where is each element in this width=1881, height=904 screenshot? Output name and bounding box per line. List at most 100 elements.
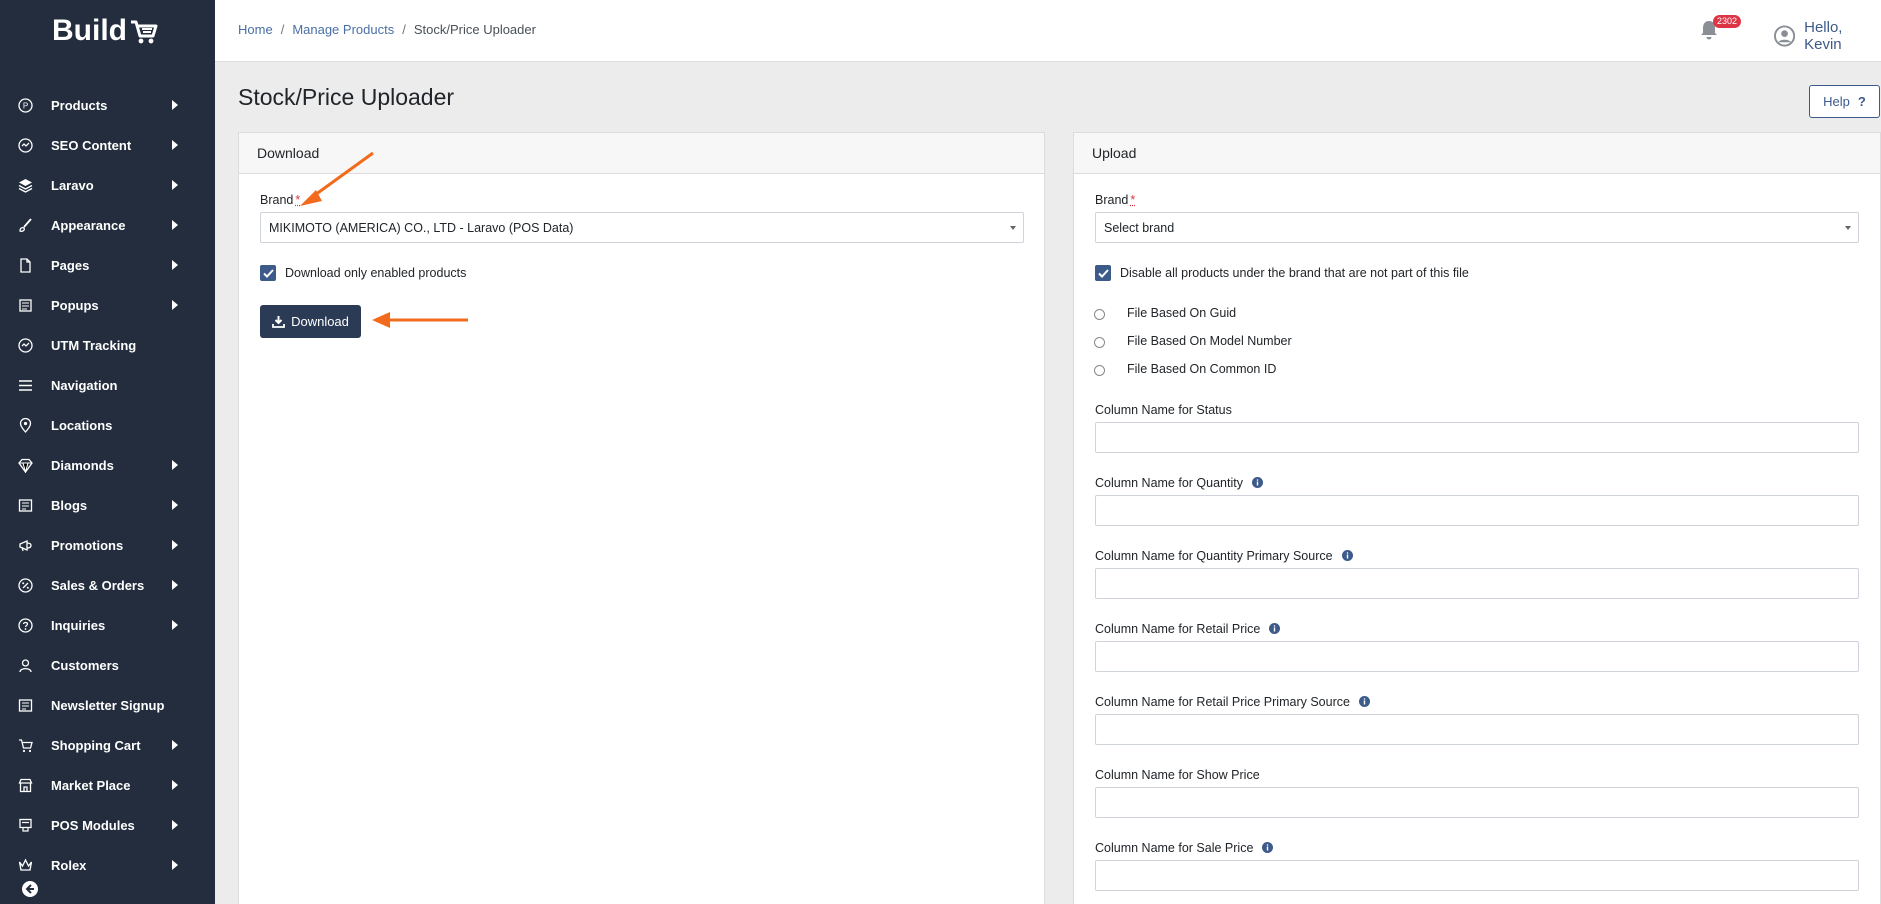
sidebar-item-label: SEO Content <box>51 137 132 153</box>
collapse-sidebar-icon[interactable] <box>21 880 39 898</box>
radio-file-guid-label: File Based On Guid <box>1127 306 1237 320</box>
sidebar-item-navigation[interactable]: Navigation <box>0 365 215 405</box>
field-label-text: Column Name for Status <box>1095 403 1232 417</box>
field-label-text: Column Name for Retail Price <box>1095 622 1261 636</box>
radio-file-guid[interactable] <box>1094 309 1105 320</box>
chevron-right-icon <box>172 300 178 310</box>
breadcrumb-current: Stock/Price Uploader <box>413 22 536 37</box>
download-brand-select[interactable]: MIKIMOTO (AMERICA) CO., LTD - Laravo (PO… <box>260 212 1024 243</box>
sidebar-item-products[interactable]: P Products <box>0 85 215 125</box>
column-name-for-quantity-primary-source-label: Column Name for Quantity Primary Source <box>1095 549 1353 563</box>
column-name-for-quantity-input[interactable] <box>1095 495 1859 526</box>
help-button[interactable]: Help ? <box>1809 85 1880 118</box>
user-menu[interactable]: Hello, Kevin <box>1774 19 1881 53</box>
column-name-for-retail-price-primary-source-input[interactable] <box>1095 714 1859 745</box>
download-icon <box>272 316 285 328</box>
logo[interactable]: Build <box>52 14 159 48</box>
sidebar-item-pages[interactable]: Pages <box>0 245 215 285</box>
blog-icon <box>18 499 33 512</box>
upload-brand-label-text: Brand <box>1095 193 1129 207</box>
info-icon[interactable] <box>1262 842 1274 853</box>
sidebar-item-blogs[interactable]: Blogs <box>0 485 215 525</box>
radio-file-common-id[interactable] <box>1094 365 1105 376</box>
download-brand-value: MIKIMOTO (AMERICA) CO., LTD - Laravo (PO… <box>269 220 574 235</box>
required-marker: * <box>1130 193 1136 207</box>
download-enabled-only-checkbox[interactable] <box>260 265 276 281</box>
sidebar-item-label: Popups <box>51 297 99 313</box>
sidebar-nav: P Products SEO Content Laravo Appearance Page… <box>0 85 215 885</box>
sidebar-item-popups[interactable]: Popups <box>0 285 215 325</box>
column-name-for-show-price-label: Column Name for Show Price <box>1095 768 1260 782</box>
sidebar-item-label: UTM Tracking <box>51 337 137 353</box>
layers-icon <box>18 179 33 193</box>
sidebar-item-label: Market Place <box>51 777 131 793</box>
pos-icon <box>19 818 32 832</box>
sidebar-item-label: Rolex <box>51 857 87 873</box>
sidebar-item-utm-tracking[interactable]: UTM Tracking <box>0 325 215 365</box>
field-label-text: Column Name for Quantity <box>1095 476 1243 490</box>
sidebar-item-promotions[interactable]: Promotions <box>0 525 215 565</box>
sidebar: Build P Products SEO Content Laravo Appearan… <box>0 0 215 904</box>
sidebar-item-inquiries[interactable]: Inquiries <box>0 605 215 645</box>
sidebar-item-customers[interactable]: Customers <box>0 645 215 685</box>
radio-file-model-number-label: File Based On Model Number <box>1127 334 1292 348</box>
column-name-for-status-input[interactable] <box>1095 422 1859 453</box>
popup-icon <box>19 299 32 312</box>
radio-file-common-id-label: File Based On Common ID <box>1127 362 1277 376</box>
sidebar-item-sales-orders[interactable]: Sales & Orders <box>0 565 215 605</box>
column-name-for-status-label: Column Name for Status <box>1095 403 1232 417</box>
sidebar-item-label: Customers <box>51 657 119 673</box>
brush-icon <box>19 218 32 232</box>
question-icon <box>18 618 33 633</box>
sidebar-item-market-place[interactable]: Market Place <box>0 765 215 805</box>
logo-text: Build <box>52 14 127 47</box>
radio-file-model-number[interactable] <box>1094 337 1105 348</box>
sidebar-item-label: Inquiries <box>51 617 106 633</box>
column-name-for-retail-price-input[interactable] <box>1095 641 1859 672</box>
chevron-right-icon <box>172 780 178 790</box>
info-icon[interactable] <box>1269 623 1281 634</box>
sidebar-item-shopping-cart[interactable]: Shopping Cart <box>0 725 215 765</box>
column-name-for-quantity-label: Column Name for Quantity <box>1095 476 1263 490</box>
crown-icon <box>18 858 33 871</box>
menu-icon <box>19 380 32 391</box>
upload-disable-products-checkbox[interactable] <box>1095 265 1111 281</box>
breadcrumb-manage-products[interactable]: Manage Products <box>292 22 394 37</box>
sidebar-item-diamonds[interactable]: Diamonds <box>0 445 215 485</box>
column-name-for-quantity-primary-source-input[interactable] <box>1095 568 1859 599</box>
upload-brand-select[interactable]: Select brand <box>1095 212 1859 243</box>
download-button[interactable]: Download <box>260 305 361 338</box>
column-name-for-sale-price-input[interactable] <box>1095 860 1859 891</box>
sidebar-item-label: Appearance <box>51 217 126 233</box>
info-icon[interactable] <box>1251 477 1263 488</box>
chevron-right-icon <box>172 220 178 230</box>
sidebar-item-label: Laravo <box>51 177 94 193</box>
chevron-right-icon <box>172 140 178 150</box>
product-icon: P <box>18 98 33 113</box>
user-greeting: Hello, Kevin <box>1804 19 1843 53</box>
sidebar-item-seo-content[interactable]: SEO Content <box>0 125 215 165</box>
sidebar-item-rolex[interactable]: Rolex <box>0 845 215 885</box>
field-label-text: Column Name for Show Price <box>1095 768 1260 782</box>
download-brand-label: Brand * <box>260 193 300 207</box>
sidebar-item-label: Blogs <box>51 497 88 513</box>
help-button-label: Help <box>1823 94 1850 109</box>
sidebar-item-laravo[interactable]: Laravo <box>0 165 215 205</box>
breadcrumb: Home / Manage Products / Stock/Price Upl… <box>238 22 536 37</box>
notification-count-badge: 2302 <box>1713 15 1742 28</box>
sidebar-item-locations[interactable]: Locations <box>0 405 215 445</box>
sidebar-item-label: Promotions <box>51 537 124 553</box>
info-icon[interactable] <box>1358 696 1370 707</box>
sidebar-item-label: POS Modules <box>51 817 135 833</box>
upload-brand-placeholder: Select brand <box>1104 220 1175 235</box>
chevron-right-icon <box>172 180 178 190</box>
info-icon[interactable] <box>1341 550 1353 561</box>
sidebar-item-appearance[interactable]: Appearance <box>0 205 215 245</box>
download-brand-label-text: Brand <box>260 193 294 207</box>
sidebar-item-pos-modules[interactable]: POS Modules <box>0 805 215 845</box>
sidebar-item-newsletter-signup[interactable]: Newsletter Signup <box>0 685 215 725</box>
upload-disable-products-label: Disable all products under the brand tha… <box>1120 266 1469 280</box>
chevron-right-icon <box>172 100 178 110</box>
breadcrumb-home[interactable]: Home <box>238 22 273 37</box>
column-name-for-show-price-input[interactable] <box>1095 787 1859 818</box>
